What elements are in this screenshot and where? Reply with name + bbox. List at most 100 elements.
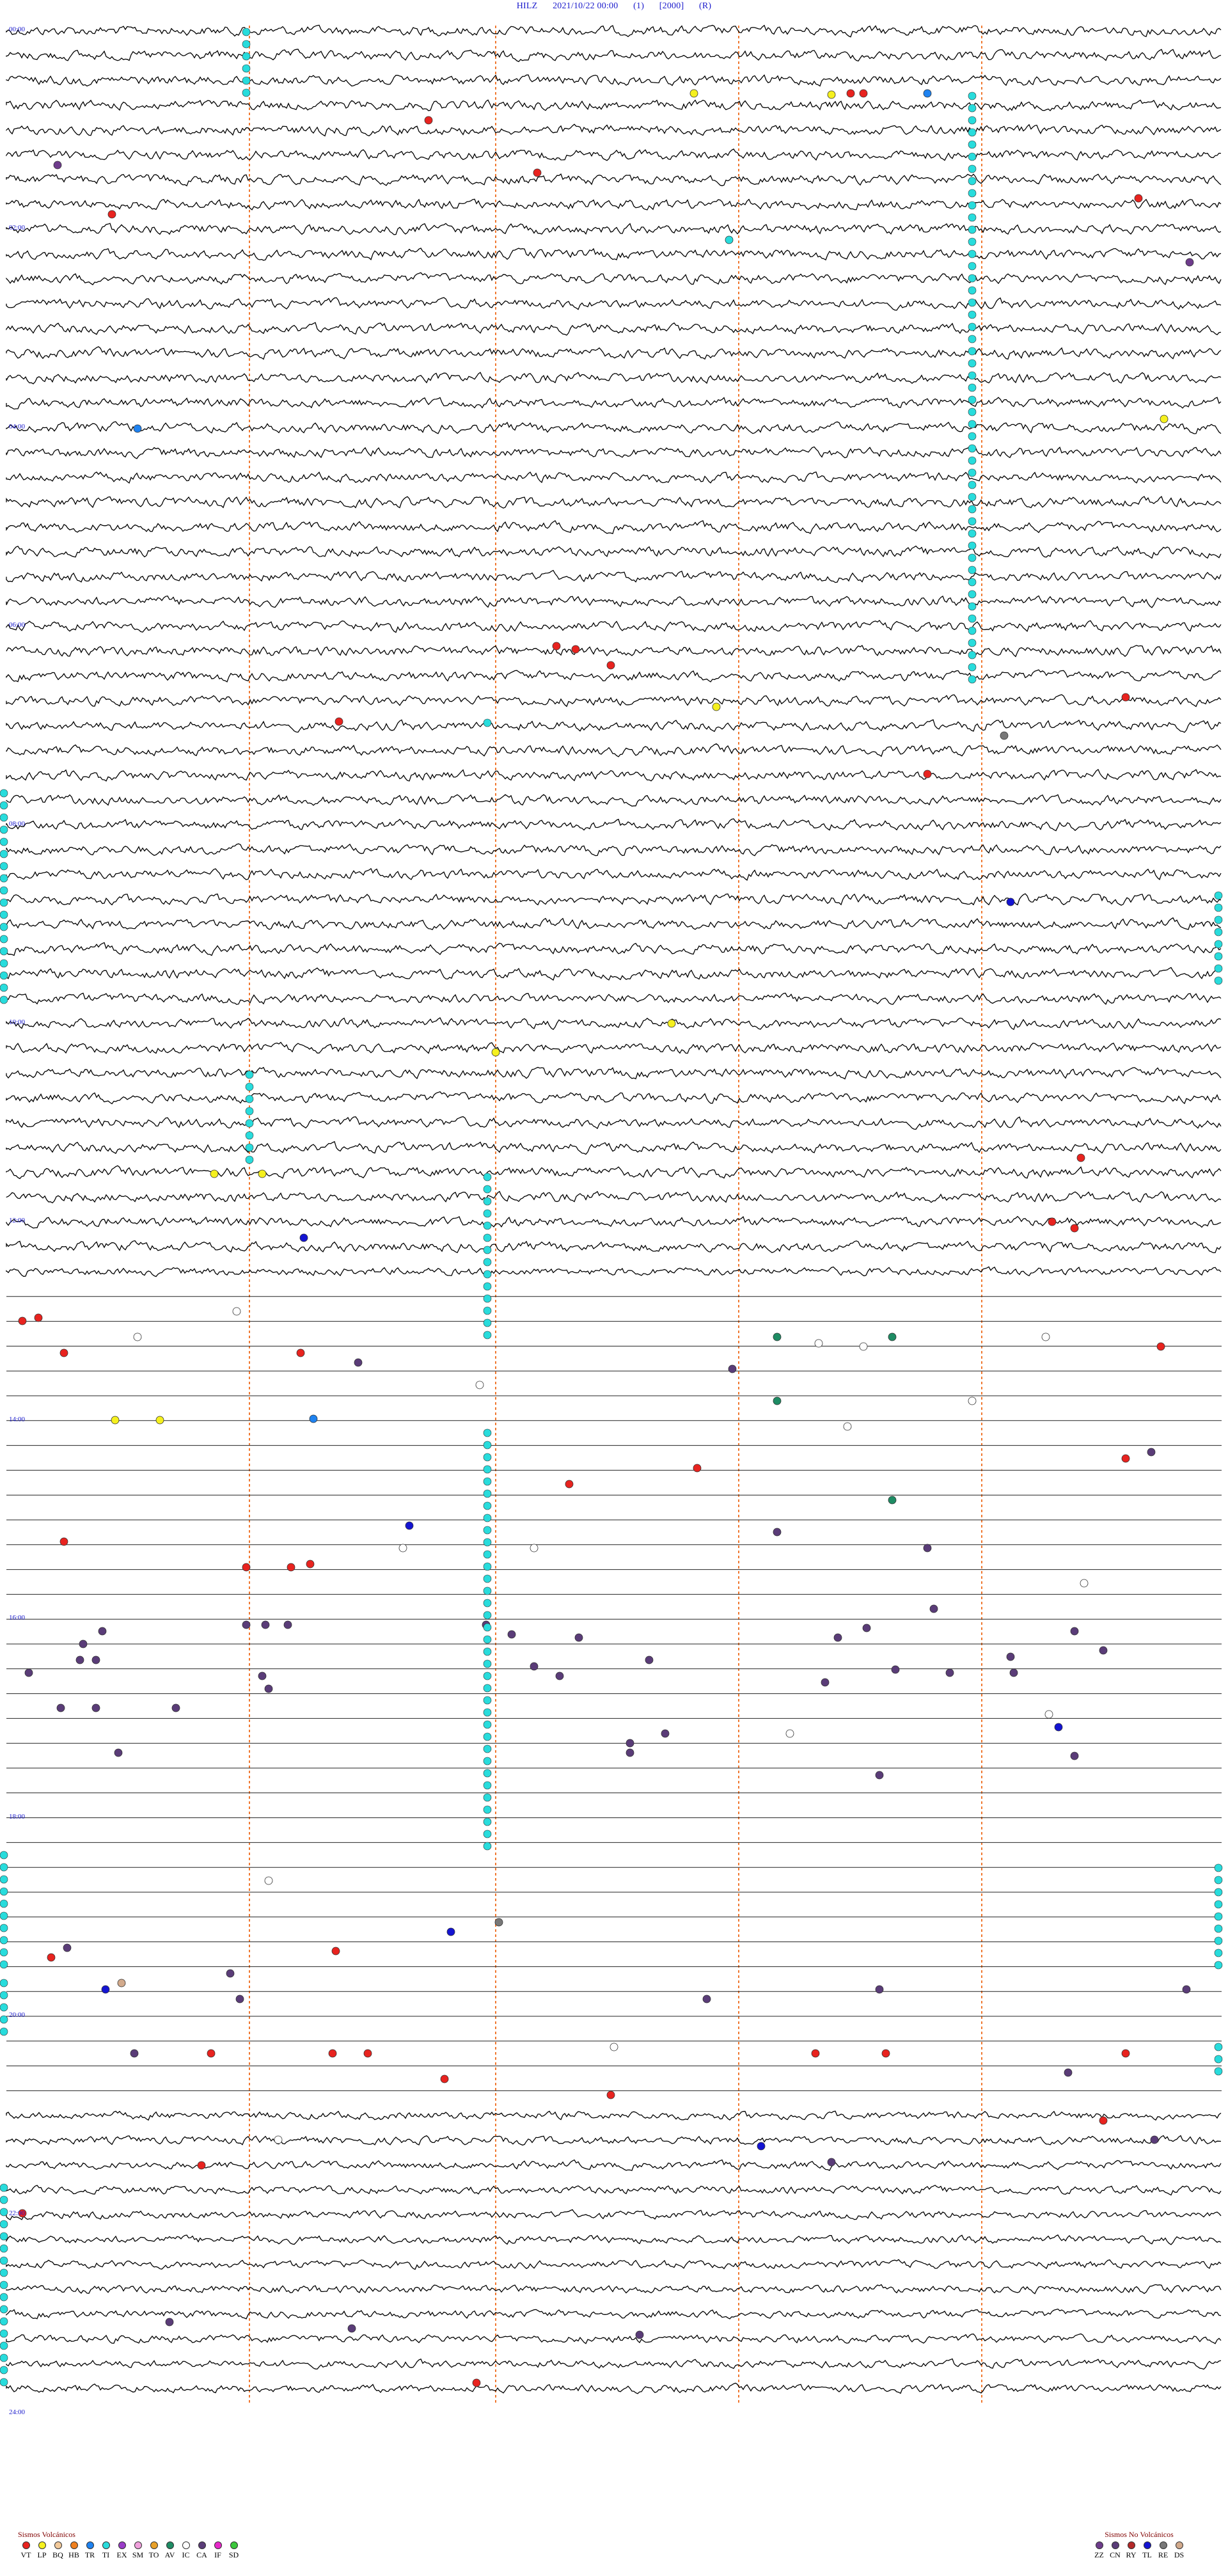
event-marker-ti <box>483 1221 492 1230</box>
event-marker-ti <box>0 2341 8 2350</box>
trace-row-13 <box>6 322 1222 336</box>
event-marker-ti <box>483 1282 492 1291</box>
event-marker <box>1150 2135 1159 2144</box>
trace-row-39 <box>6 967 1222 981</box>
event-marker-ti <box>0 1936 8 1945</box>
legend-non-volcanic-items: ZZ CN RY TL RE DS <box>1091 2541 1187 2560</box>
event-marker-ti <box>0 995 8 1004</box>
legend-volcanic-item-ca: CA <box>194 2541 210 2560</box>
event-marker-ti <box>968 189 977 198</box>
event-marker-ti <box>0 1924 8 1932</box>
event-marker <box>1156 1342 1165 1351</box>
legend-code: TL <box>1142 2550 1152 2559</box>
event-marker <box>1041 1332 1050 1341</box>
event-marker <box>354 1358 363 1367</box>
event-marker-ti <box>968 444 977 453</box>
legend-code: BQ <box>52 2550 63 2559</box>
event-marker <box>606 2090 615 2099</box>
event-marker <box>846 89 855 98</box>
event-marker-ti <box>0 825 8 834</box>
trace-row-21 <box>6 520 1222 535</box>
event-marker <box>530 1544 539 1553</box>
event-marker-ti <box>968 262 977 271</box>
event-marker <box>287 1563 295 1572</box>
event-marker-ti <box>0 2027 8 2036</box>
event-marker <box>130 2049 139 2058</box>
event-marker-ti <box>968 638 977 647</box>
event-marker <box>91 1655 100 1664</box>
event-marker-ti <box>0 2280 8 2289</box>
event-marker <box>133 424 142 433</box>
event-marker-ti <box>968 468 977 477</box>
event-marker <box>347 2324 356 2333</box>
trace-row-6 <box>6 148 1222 161</box>
event-marker <box>226 1969 235 1978</box>
event-marker-ti <box>0 862 8 871</box>
event-marker-ti <box>968 651 977 660</box>
event-marker-ti <box>1214 1924 1223 1933</box>
event-marker-ti <box>968 553 977 562</box>
event-marker-ti <box>1214 964 1223 973</box>
event-marker-ti <box>968 298 977 307</box>
event-marker <box>689 89 698 98</box>
event-marker-ti <box>483 1842 492 1851</box>
event-marker <box>446 1927 455 1936</box>
event-marker-ti <box>483 1671 492 1680</box>
hour-label-2200: 22:00 <box>9 2209 26 2218</box>
event-marker <box>1185 258 1194 267</box>
trace-row-25 <box>6 619 1222 633</box>
event-marker-ti <box>1214 891 1223 900</box>
event-marker <box>53 161 62 170</box>
event-marker-ti <box>483 1173 492 1181</box>
event-marker-ti <box>968 456 977 465</box>
event-marker <box>472 2378 481 2387</box>
event-marker-ti <box>483 1233 492 1242</box>
event-marker-ti <box>245 1094 254 1103</box>
legend-swatch <box>134 2541 142 2549</box>
event-marker-ti <box>968 383 977 392</box>
legend-volcanic-item-av: AV <box>162 2541 178 2560</box>
event-marker <box>945 1668 954 1677</box>
event-marker <box>1160 415 1169 423</box>
event-marker-ti <box>245 1143 254 1152</box>
trace-row-95 <box>6 2358 1222 2370</box>
legend-volcanic-item-lp: LP <box>34 2541 50 2560</box>
event-marker-ti <box>0 947 8 956</box>
event-marker-ti <box>1214 903 1223 912</box>
event-marker-ti <box>0 2208 8 2216</box>
event-marker <box>197 2161 206 2170</box>
event-marker <box>725 235 734 244</box>
event-marker <box>891 1665 900 1674</box>
legend-non-volcanic-item-ry: RY <box>1123 2541 1139 2560</box>
event-marker <box>507 1630 516 1639</box>
event-marker-ti <box>0 2220 8 2229</box>
event-marker <box>111 1416 120 1425</box>
legend-swatch <box>1095 2541 1103 2549</box>
event-marker-ti <box>0 1960 8 1969</box>
trace-row-27 <box>6 669 1222 683</box>
trace-row-51 <box>6 1266 1222 1277</box>
event-marker-ti <box>968 237 977 246</box>
event-marker <box>1000 731 1009 740</box>
event-marker-ti <box>483 1318 492 1327</box>
event-marker-ti <box>968 675 977 684</box>
event-marker-ti <box>483 1258 492 1267</box>
event-marker-ti <box>968 274 977 283</box>
event-marker-ti <box>968 140 977 149</box>
event-marker-ti <box>968 310 977 319</box>
event-marker <box>571 645 580 654</box>
event-marker-ti <box>483 1586 492 1595</box>
event-marker-ti <box>968 480 977 489</box>
trace-row-10 <box>6 248 1222 261</box>
event-marker <box>875 1771 884 1780</box>
event-marker <box>1044 1710 1053 1719</box>
trace-row-14 <box>6 346 1222 360</box>
event-marker-ti <box>483 1477 492 1486</box>
event-marker-ti <box>968 407 977 416</box>
legend-code: SD <box>228 2550 239 2559</box>
event-marker <box>424 116 433 125</box>
legend-code: DS <box>1174 2550 1185 2559</box>
event-marker-ti <box>968 152 977 161</box>
event-marker-ti <box>483 718 492 727</box>
event-marker <box>712 702 721 711</box>
